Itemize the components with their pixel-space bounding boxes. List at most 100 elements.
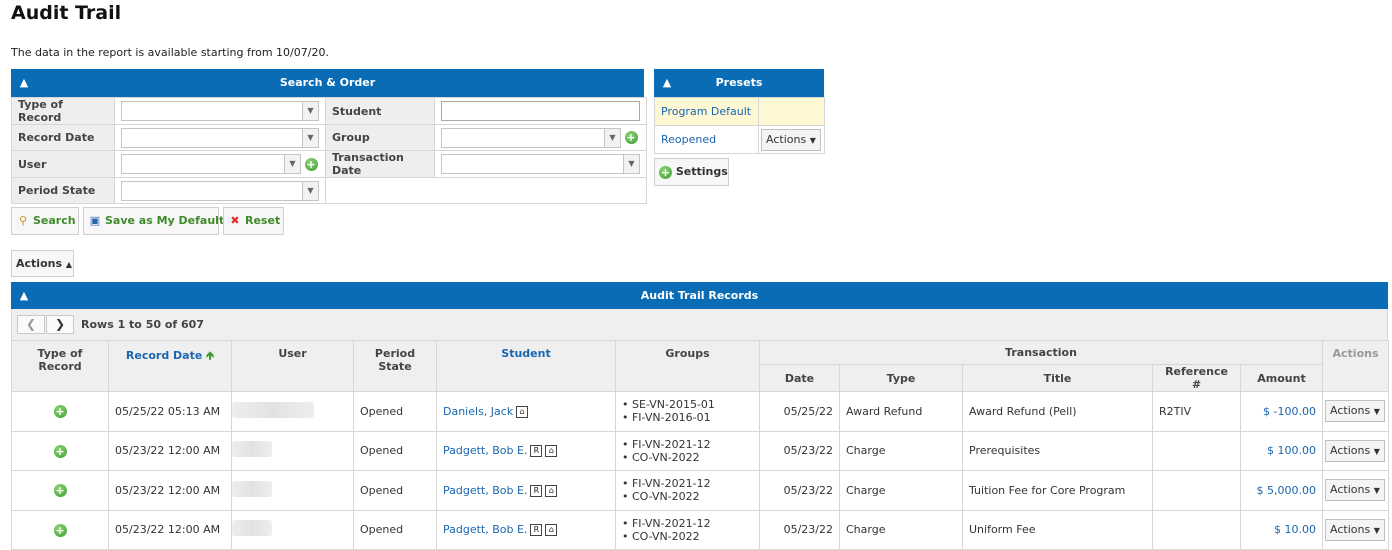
table-row[interactable]: + 05/23/22 12:00 AM Opened Padgett, Bob … <box>11 470 1389 511</box>
chevron-down-icon: ▼ <box>302 181 318 200</box>
row-actions-button[interactable]: Actions ▼ <box>1325 518 1385 541</box>
col-type: Type <box>839 364 963 392</box>
settings-button[interactable]: + Settings <box>654 158 729 186</box>
caret-down-icon: ▼ <box>1373 407 1380 417</box>
preset-reopened[interactable]: Reopened <box>654 125 759 154</box>
student-link[interactable]: Daniels, Jack <box>443 405 513 418</box>
period-state-select[interactable]: ▼ <box>121 180 319 201</box>
row-actions-button[interactable]: Actions ▼ <box>1325 479 1385 502</box>
search-panel-header[interactable]: ▲ Search & Order <box>11 69 644 97</box>
save-default-button[interactable]: ▣ Save as My Default <box>83 207 224 235</box>
table-row[interactable]: + 05/23/22 12:00 AM Opened Padgett, Bob … <box>11 430 1389 471</box>
redacted-user <box>232 520 272 537</box>
transaction-date-select[interactable]: ▼ <box>441 154 640 174</box>
student-link[interactable]: Padgett, Bob E. <box>443 444 527 457</box>
pagination-bar: ❮ ❯ Rows 1 to 50 of 607 <box>11 309 1388 340</box>
transaction-date-cell: 05/23/22 <box>759 470 840 511</box>
chevron-down-icon: ▼ <box>623 155 639 173</box>
prev-page-button[interactable]: ❮ <box>17 315 45 334</box>
reset-button[interactable]: ✖ Reset <box>223 207 284 235</box>
collapse-up-icon[interactable]: ▲ <box>18 282 30 310</box>
group-item: • CO-VN-2022 <box>622 529 700 543</box>
record-date-label: Record Date <box>11 124 115 151</box>
transaction-type-cell: Charge <box>839 430 963 471</box>
r-badge-icon: R <box>530 524 543 537</box>
user-cell <box>231 430 354 471</box>
col-date: Date <box>759 364 840 392</box>
transaction-title-cell: Prerequisites <box>962 430 1153 471</box>
caret-down-icon: ▼ <box>1373 486 1380 496</box>
transaction-date-cell: 05/25/22 <box>759 391 840 432</box>
expand-row-icon[interactable]: + <box>53 523 67 537</box>
expand-row-icon[interactable]: + <box>53 405 67 418</box>
col-period-state: Period State <box>353 340 437 392</box>
amount-link[interactable]: $ 100.00 <box>1240 430 1323 471</box>
collapse-up-icon[interactable]: ▲ <box>661 69 673 97</box>
table-row[interactable]: + 05/25/22 05:13 AM Opened Daniels, Jack… <box>11 391 1389 432</box>
floppy-disk-icon: ▣ <box>89 214 101 227</box>
transaction-title-cell: Tuition Fee for Core Program <box>962 470 1153 511</box>
col-groups: Groups <box>615 340 760 392</box>
add-group-icon[interactable]: + <box>624 131 638 144</box>
col-transaction: Transaction <box>759 340 1323 365</box>
reference-cell <box>1152 509 1241 550</box>
student-link[interactable]: Padgett, Bob E. <box>443 523 527 536</box>
user-cell <box>231 470 354 511</box>
record-date-cell: 05/23/22 12:00 AM <box>108 509 232 550</box>
presets-panel-header[interactable]: ▲ Presets <box>654 69 824 97</box>
student-link[interactable]: Padgett, Bob E. <box>443 484 527 497</box>
search-form: Type of Record ▼ Student Record Date ▼ G… <box>11 97 647 204</box>
col-record-date[interactable]: Record Date 🡹 <box>108 340 232 392</box>
row-actions-button[interactable]: Actions ▼ <box>1325 400 1385 423</box>
chevron-down-icon: ▼ <box>302 102 318 120</box>
collapse-up-icon[interactable]: ▲ <box>18 69 30 97</box>
page-title: Audit Trail <box>11 2 122 24</box>
group-select[interactable]: ▼ <box>441 127 621 148</box>
presets-panel-title: Presets <box>715 76 763 89</box>
home-icon: ⌂ <box>545 524 558 537</box>
group-item: • SE-VN-2015-01 <box>622 398 715 412</box>
record-date-cell: 05/23/22 12:00 AM <box>108 470 232 511</box>
type-of-record-select[interactable]: ▼ <box>121 101 319 121</box>
caret-down-icon: ▼ <box>1373 525 1380 535</box>
actions-menu-button[interactable]: Actions ▲ <box>11 250 74 277</box>
reference-cell <box>1152 430 1241 471</box>
expand-row-icon[interactable]: + <box>53 484 67 497</box>
period-state-cell: Opened <box>353 509 437 550</box>
next-page-button[interactable]: ❯ <box>46 315 74 334</box>
period-state-cell: Opened <box>353 470 437 511</box>
r-badge-icon: R <box>530 445 543 458</box>
chevron-right-icon: ❯ <box>54 317 66 331</box>
group-item: • CO-VN-2022 <box>622 490 700 504</box>
group-item: • FI-VN-2021-12 <box>622 477 711 491</box>
preset-program-default[interactable]: Program Default <box>654 97 759 126</box>
amount-link[interactable]: $ -100.00 <box>1240 391 1323 432</box>
expand-row-icon[interactable]: + <box>53 444 67 458</box>
student-label: Student <box>325 97 435 125</box>
home-icon: ⌂ <box>516 405 529 418</box>
records-panel-header[interactable]: ▲ Audit Trail Records <box>11 282 1388 310</box>
transaction-type-cell: Charge <box>839 470 963 511</box>
col-actions: Actions <box>1322 340 1389 392</box>
transaction-date-cell: 05/23/22 <box>759 430 840 471</box>
user-select[interactable]: ▼ <box>121 154 301 174</box>
row-actions-button[interactable]: Actions ▼ <box>1325 439 1385 462</box>
table-row[interactable]: + 05/23/22 12:00 AM Opened Padgett, Bob … <box>11 509 1389 550</box>
transaction-date-label: Transaction Date <box>325 150 435 178</box>
amount-link[interactable]: $ 10.00 <box>1240 509 1323 550</box>
search-button[interactable]: ⚲ Search <box>11 207 79 235</box>
add-user-icon[interactable]: + <box>304 157 318 171</box>
records-table: Type of Record Record Date 🡹 User Period… <box>11 340 1389 550</box>
record-date-select[interactable]: ▼ <box>121 127 319 148</box>
amount-link[interactable]: $ 5,000.00 <box>1240 470 1323 511</box>
col-student[interactable]: Student <box>436 340 616 392</box>
col-reference: Reference # <box>1152 364 1241 392</box>
col-type-of-record: Type of Record <box>11 340 109 392</box>
period-state-cell: Opened <box>353 430 437 471</box>
col-amount: Amount <box>1240 364 1323 392</box>
sort-up-arrow-icon: 🡹 <box>206 349 215 362</box>
student-input[interactable] <box>441 101 640 121</box>
transaction-type-cell: Charge <box>839 509 963 550</box>
col-user: User <box>231 340 354 392</box>
preset-actions-button[interactable]: Actions ▼ <box>761 128 821 151</box>
